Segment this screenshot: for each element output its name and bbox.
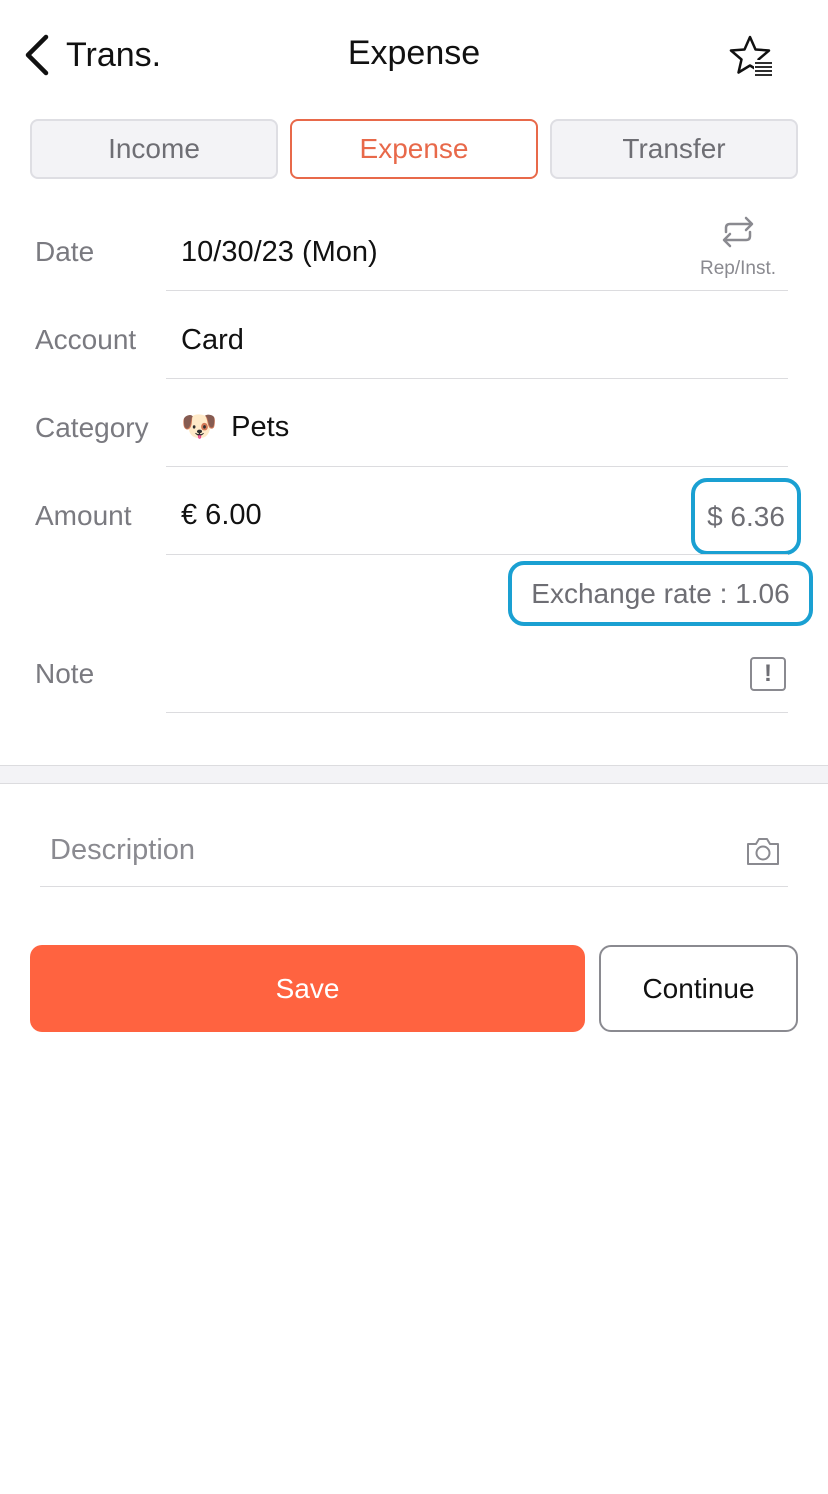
back-label: Trans. bbox=[66, 35, 162, 74]
section-separator bbox=[0, 765, 828, 784]
note-label: Note bbox=[35, 658, 95, 689]
category-value[interactable]: 🐶 Pets bbox=[181, 410, 289, 444]
back-button[interactable]: Trans. bbox=[22, 30, 161, 80]
chevron-left-icon bbox=[25, 34, 49, 76]
repeat-button[interactable]: Rep/Inst. bbox=[690, 212, 786, 280]
repeat-label: Rep/Inst. bbox=[699, 258, 777, 279]
tab-expense[interactable]: Expense bbox=[290, 119, 538, 179]
divider bbox=[166, 378, 788, 379]
account-value[interactable]: Card bbox=[181, 324, 244, 357]
continue-button[interactable]: Continue bbox=[599, 945, 798, 1032]
exclamation-box-icon[interactable]: ! bbox=[750, 657, 786, 691]
nav-header: Trans. Expense bbox=[0, 0, 828, 110]
date-label: Date bbox=[35, 236, 95, 267]
divider bbox=[166, 466, 788, 467]
camera-icon[interactable] bbox=[745, 834, 781, 868]
description-input[interactable] bbox=[40, 820, 730, 880]
category-label: Category bbox=[35, 412, 149, 443]
tab-income[interactable]: Income bbox=[30, 119, 278, 179]
amount-value[interactable]: € 6.00 bbox=[181, 499, 262, 532]
tab-transfer[interactable]: Transfer bbox=[550, 119, 798, 179]
converted-amount[interactable]: $ 6.36 bbox=[691, 478, 801, 555]
dog-icon: 🐶 bbox=[181, 411, 218, 443]
save-button[interactable]: Save bbox=[30, 945, 585, 1032]
divider bbox=[40, 886, 788, 887]
category-name: Pets bbox=[231, 411, 290, 443]
divider bbox=[166, 290, 788, 291]
divider bbox=[166, 554, 788, 555]
date-value[interactable]: 10/30/23 (Mon) bbox=[181, 236, 378, 269]
repeat-icon bbox=[722, 216, 754, 248]
account-label: Account bbox=[35, 324, 137, 355]
exchange-rate[interactable]: Exchange rate : 1.06 bbox=[508, 561, 813, 626]
divider bbox=[166, 712, 788, 713]
amount-label: Amount bbox=[35, 500, 132, 531]
star-list-icon[interactable] bbox=[728, 34, 776, 80]
